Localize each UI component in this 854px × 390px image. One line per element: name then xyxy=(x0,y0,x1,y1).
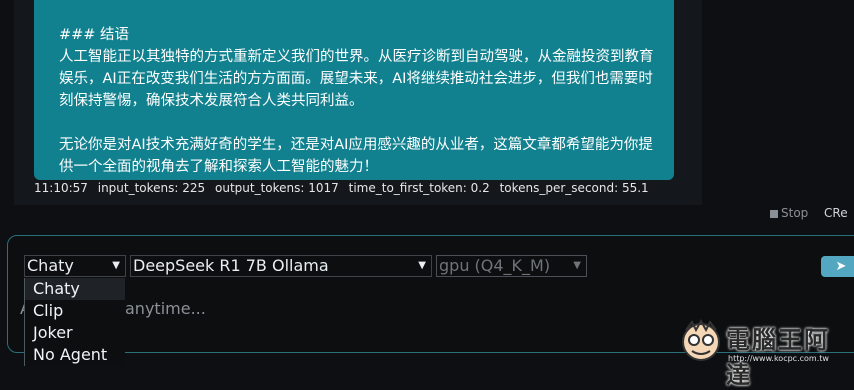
assistant-message-bubble: ### 结语 人工智能正以其独特的方式重新定义我们的世界。从医疗诊断到自动驾驶，… xyxy=(34,0,674,180)
output-tokens: output_tokens: 1017 xyxy=(215,181,339,195)
chevron-down-icon: ▼ xyxy=(573,260,581,271)
agent-dropdown-menu: Chaty Clip Joker No Agent xyxy=(24,278,125,366)
stop-label: Stop xyxy=(781,206,809,220)
prompt-placeholder: anytime... xyxy=(125,299,206,318)
agent-option-joker[interactable]: Joker xyxy=(25,322,125,344)
agent-select[interactable]: Chaty ▼ xyxy=(24,255,126,277)
model-select-value: DeepSeek R1 7B Ollama xyxy=(133,256,329,275)
tokens-per-second: tokens_per_second: 55.1 xyxy=(499,181,649,195)
input-tokens: input_tokens: 225 xyxy=(97,181,206,195)
message-heading: ### 结语 xyxy=(59,27,130,43)
stop-icon xyxy=(770,209,778,218)
gpu-select-value: gpu (Q4_K_M) xyxy=(439,256,551,275)
mascot-icon xyxy=(682,318,720,361)
send-button[interactable]: ➤ xyxy=(821,256,854,277)
agent-option-clip[interactable]: Clip xyxy=(25,300,125,322)
agent-option-chaty[interactable]: Chaty xyxy=(25,278,125,300)
message-paragraph-2: 无论你是对AI技术充满好奇的学生，还是对AI应用感兴趣的从业者，这篇文章都希望能… xyxy=(59,137,653,175)
chevron-down-icon: ▼ xyxy=(112,260,120,271)
watermark-url: http://www.kocpc.com.tw xyxy=(728,354,829,363)
message-stats: 11:10:57 input_tokens: 225 output_tokens… xyxy=(34,181,655,195)
agent-option-no-agent[interactable]: No Agent xyxy=(25,344,125,366)
agent-select-value: Chaty xyxy=(27,256,74,275)
watermark-logo: 電腦王阿達 http://www.kocpc.com.tw xyxy=(678,318,848,389)
chevron-down-icon: ▼ xyxy=(418,260,426,271)
message-paragraph-1: 人工智能正以其独特的方式重新定义我们的世界。从医疗诊断到自动驾驶，从金融投资到教… xyxy=(59,49,654,109)
gpu-select[interactable]: gpu (Q4_K_M) ▼ xyxy=(436,255,587,277)
retry-button[interactable]: CRe xyxy=(824,206,854,220)
send-icon: ➤ xyxy=(835,259,847,274)
retry-label: Re xyxy=(832,206,848,220)
message-time: 11:10:57 xyxy=(34,181,88,195)
time-to-first-token: time_to_first_token: 0.2 xyxy=(348,181,490,195)
model-select[interactable]: DeepSeek R1 7B Ollama ▼ xyxy=(130,255,432,277)
stop-button[interactable]: Stop xyxy=(770,206,830,220)
chat-history: ### 结语 人工智能正以其独特的方式重新定义我们的世界。从医疗诊断到自动驾驶，… xyxy=(14,0,702,205)
